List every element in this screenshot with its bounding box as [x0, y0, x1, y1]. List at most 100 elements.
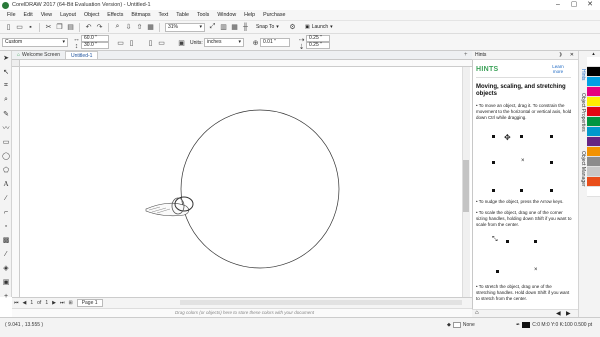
menu-help[interactable]: Help	[240, 12, 259, 18]
export-icon[interactable]: ⇧	[135, 23, 144, 32]
hints-forward-icon[interactable]: ▶	[566, 310, 571, 317]
page-height-input[interactable]: 30.0 "	[81, 42, 109, 49]
hints-back-icon[interactable]: ◀	[556, 310, 561, 317]
learn-more-link[interactable]: Learn more	[549, 64, 567, 74]
freehand-tool-icon[interactable]: ✎	[0, 107, 12, 121]
search-content-icon[interactable]: ⌕	[113, 23, 122, 32]
menu-edit[interactable]: Edit	[20, 12, 37, 18]
minimize-icon[interactable]: –	[550, 0, 566, 10]
save-icon[interactable]: ▪	[26, 23, 35, 32]
options-gear-icon[interactable]: ⚙	[288, 23, 297, 32]
palette-swatch[interactable]	[587, 97, 600, 107]
tab-welcome-screen[interactable]: ⌂ Welcome Screen	[12, 51, 65, 59]
shape-tool-icon[interactable]: ↖	[0, 65, 12, 79]
page-1-tab[interactable]: Page 1	[76, 299, 103, 307]
ring-sketch-image[interactable]	[145, 196, 194, 217]
palette-swatch[interactable]	[587, 67, 600, 77]
horizontal-scrollbar[interactable]	[180, 300, 462, 305]
add-page-icon[interactable]: ⊞	[68, 300, 72, 306]
snap-to-dropdown[interactable]: Snap To ▾	[254, 23, 284, 32]
ellipse-shape[interactable]	[180, 109, 340, 269]
text-tool-icon[interactable]: A	[0, 177, 12, 191]
copy-icon[interactable]: ❐	[55, 23, 64, 32]
prev-page-icon[interactable]: ◀	[23, 300, 27, 306]
menu-layout[interactable]: Layout	[56, 12, 80, 18]
page-width-input[interactable]: 60.0 "	[81, 35, 109, 42]
hints-home-icon[interactable]: ⌂	[475, 310, 479, 316]
zoom-tool-icon[interactable]: ⌕	[0, 93, 12, 107]
docker-tab-hints[interactable]: Hints	[580, 69, 586, 80]
palette-swatch[interactable]	[587, 147, 600, 157]
guidelines-icon[interactable]: ╫	[241, 23, 250, 32]
open-folder-icon[interactable]: ▭	[15, 23, 24, 32]
landscape-icon[interactable]: ▭	[157, 38, 166, 47]
duplicate-distance-x-input[interactable]: 0.25 "	[306, 35, 330, 42]
polygon-tool-icon[interactable]: ⬠	[0, 163, 12, 177]
tab-untitled-1[interactable]: Untitled-1	[65, 51, 99, 59]
rectangle-tool-icon[interactable]: ▭	[0, 135, 12, 149]
palette-swatch[interactable]	[587, 167, 600, 177]
horizontal-ruler[interactable]	[20, 60, 472, 67]
color-eyedropper-icon[interactable]: ⁄	[0, 247, 12, 261]
import-icon[interactable]: ⇩	[124, 23, 133, 32]
scrollbar-thumb[interactable]	[463, 160, 469, 212]
pick-tool-icon[interactable]: ➤	[0, 51, 12, 65]
redo-icon[interactable]: ↷	[95, 23, 104, 32]
page-preset-select[interactable]: Custom ▾	[2, 38, 68, 47]
palette-swatch[interactable]	[587, 77, 600, 87]
next-page-icon[interactable]: ▶	[52, 300, 56, 306]
portrait-icon[interactable]: ▯	[146, 38, 155, 47]
menu-window[interactable]: Window	[213, 12, 240, 18]
docker-close-icon[interactable]: ✕	[570, 51, 574, 60]
docker-tab-object-properties[interactable]: Object Properties	[580, 93, 586, 132]
connector-tool-icon[interactable]: ⌐	[0, 205, 12, 219]
nudge-distance-input[interactable]: 0.01 "	[260, 38, 290, 47]
parallel-dimension-icon[interactable]: ∕	[0, 191, 12, 205]
last-page-icon[interactable]: ⏭	[60, 300, 65, 306]
palette-swatch[interactable]	[587, 137, 600, 147]
palette-swatch[interactable]	[587, 177, 600, 187]
add-tool-icon[interactable]: +	[0, 289, 12, 303]
drop-shadow-icon[interactable]: ▫	[0, 219, 12, 233]
units-select[interactable]: inches ▾	[204, 38, 244, 47]
menu-effects[interactable]: Effects	[103, 12, 127, 18]
crop-tool-icon[interactable]: ⌗	[0, 79, 12, 93]
vertical-ruler[interactable]	[12, 60, 20, 297]
fill-indicator[interactable]: ◆ None	[447, 322, 475, 328]
new-document-icon[interactable]: ▯	[4, 23, 13, 32]
menu-bitmaps[interactable]: Bitmaps	[127, 12, 154, 18]
palette-swatch[interactable]	[587, 107, 600, 117]
menu-purchase[interactable]: Purchase	[259, 12, 289, 18]
palette-swatch[interactable]	[587, 187, 600, 197]
menu-tools[interactable]: Tools	[193, 12, 213, 18]
palette-swatch[interactable]	[587, 157, 600, 167]
page-options-icon[interactable]: ▣	[177, 38, 186, 47]
smart-fill-icon[interactable]: ▣	[0, 275, 12, 289]
paste-icon[interactable]: ▤	[66, 23, 75, 32]
docker-tab-object-manager[interactable]: Object Manager	[580, 151, 586, 187]
palette-swatch[interactable]	[587, 117, 600, 127]
close-icon[interactable]: ✕	[582, 0, 598, 10]
maximize-icon[interactable]: ▢	[566, 0, 582, 10]
duplicate-distance-y-input[interactable]: 0.25 "	[306, 42, 330, 49]
first-page-icon[interactable]: ⏮	[14, 300, 19, 306]
docker-pin-icon[interactable]: ⟫	[559, 51, 562, 60]
publish-pdf-icon[interactable]: ▦	[146, 23, 155, 32]
ruler-origin[interactable]	[12, 60, 20, 67]
outline-indicator[interactable]: ✒ C:0 M:0 Y:0 K:100 0.500 pt	[516, 322, 592, 328]
palette-swatch[interactable]	[587, 127, 600, 137]
cut-icon[interactable]: ✂	[44, 23, 53, 32]
menu-text[interactable]: Text	[155, 12, 173, 18]
current-page-icon[interactable]: ▯	[127, 38, 136, 47]
palette-swatch[interactable]	[587, 57, 600, 67]
zoom-level-select[interactable]: 31% ▾	[165, 22, 205, 32]
add-tab-icon[interactable]: +	[464, 52, 468, 58]
grid-icon[interactable]: ▦	[230, 23, 239, 32]
menu-table[interactable]: Table	[172, 12, 193, 18]
all-pages-icon[interactable]: ▭	[116, 38, 125, 47]
ellipse-tool-icon[interactable]: ◯	[0, 149, 12, 163]
menu-file[interactable]: File	[3, 12, 20, 18]
rulers-icon[interactable]: ▥	[219, 23, 228, 32]
launch-dropdown[interactable]: ▣ Launch ▾	[303, 23, 337, 32]
full-screen-icon[interactable]: ⤢	[208, 23, 217, 32]
